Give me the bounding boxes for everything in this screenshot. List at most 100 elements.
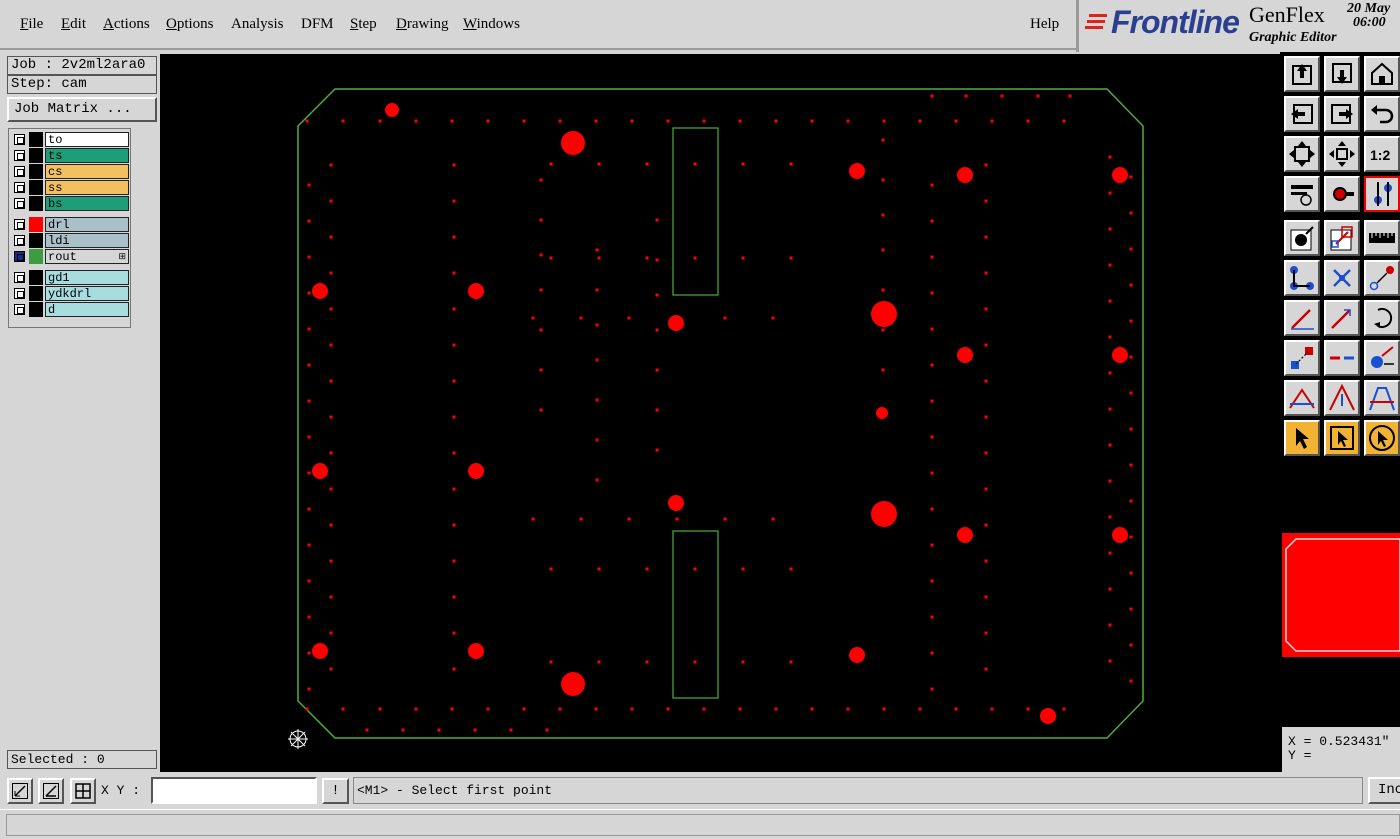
layer-checkbox[interactable] <box>14 272 25 283</box>
add-surface-icon[interactable] <box>1324 220 1360 256</box>
layer-color-swatch[interactable] <box>29 148 43 163</box>
slope-triangle-icon[interactable] <box>1284 380 1320 416</box>
menu-dfm[interactable]: DFM <box>301 16 334 33</box>
snap-grid-icon[interactable] <box>70 778 96 804</box>
layer-expand-icon[interactable]: ⊞ <box>118 250 126 265</box>
layer-color-swatch[interactable] <box>29 286 43 301</box>
pcb-view[interactable] <box>160 54 1280 772</box>
drill-hole-large <box>849 163 865 179</box>
layer-row-ts[interactable]: ts <box>11 148 129 163</box>
snap-diagonal-icon[interactable] <box>7 778 33 804</box>
layer-color-swatch[interactable] <box>29 164 43 179</box>
zoom-up-icon[interactable] <box>1284 56 1320 92</box>
menu-drawing[interactable]: Drawing <box>396 16 449 33</box>
layer-checkbox[interactable] <box>14 288 25 299</box>
pad-tool-icon[interactable] <box>1324 176 1360 212</box>
layer-color-swatch[interactable] <box>29 132 43 147</box>
layer-row-ldi[interactable]: ldi <box>11 233 129 248</box>
layer-checkbox[interactable] <box>14 166 25 177</box>
draw-arc-icon[interactable] <box>1324 300 1360 336</box>
layer-checkbox[interactable] <box>14 235 25 246</box>
undo-zoom-icon[interactable] <box>1364 96 1400 132</box>
fit-height-icon[interactable] <box>1284 136 1320 172</box>
snap-pad-icon[interactable] <box>1284 340 1320 376</box>
drill-hole-small <box>741 256 745 260</box>
layer-name[interactable]: bs <box>45 196 129 211</box>
menu-windows[interactable]: Windows <box>463 16 520 33</box>
select-pointer-icon[interactable] <box>1284 420 1320 456</box>
menu-options[interactable]: Options <box>166 16 214 33</box>
select-circle-icon[interactable] <box>1364 420 1400 456</box>
layer-name[interactable]: to <box>45 132 129 147</box>
layer-row-rout[interactable]: rout ⊞ <box>11 249 129 264</box>
inc-button[interactable]: Inc <box>1368 777 1400 804</box>
scale-one-to-two-icon[interactable]: 1:2 <box>1364 136 1400 172</box>
layer-row-d[interactable]: d <box>11 302 129 317</box>
execute-button[interactable]: ! <box>322 778 349 804</box>
layer-name[interactable]: gd1 <box>45 270 129 285</box>
logo-area: Frontline GenFlex Graphic Editor 20 May … <box>1076 0 1400 52</box>
layer-color-swatch[interactable] <box>29 180 43 195</box>
menu-analysis[interactable]: Analysis <box>231 16 284 33</box>
graphic-canvas[interactable] <box>160 54 1280 772</box>
job-matrix-button[interactable]: Job Matrix ... <box>7 97 157 122</box>
layer-checkbox[interactable] <box>14 182 25 193</box>
layer-row-bs[interactable]: bs <box>11 196 129 211</box>
layer-name[interactable]: ldi <box>45 233 129 248</box>
menu-actions[interactable]: Actions <box>103 16 150 33</box>
layer-row-gd1[interactable]: gd1 <box>11 270 129 285</box>
menu-file[interactable]: File <box>20 16 43 33</box>
select-box-icon[interactable] <box>1324 420 1360 456</box>
add-pad-icon[interactable] <box>1284 220 1320 256</box>
pan-left-icon[interactable] <box>1284 96 1320 132</box>
layer-row-ydkdrl[interactable]: ydkdrl <box>11 286 129 301</box>
layer-name[interactable]: ydkdrl <box>45 286 129 301</box>
split-line-icon[interactable] <box>1324 340 1360 376</box>
delete-node-icon[interactable] <box>1324 260 1360 296</box>
pan-right-icon[interactable] <box>1324 96 1360 132</box>
fit-width-icon[interactable] <box>1324 136 1360 172</box>
layer-name[interactable]: ts <box>45 148 129 163</box>
menu-help[interactable]: Help <box>1030 16 1059 33</box>
layer-name[interactable]: ss <box>45 180 129 195</box>
board-preview[interactable] <box>1282 533 1400 657</box>
layer-color-swatch[interactable] <box>29 196 43 211</box>
measure-icon[interactable] <box>1364 220 1400 256</box>
xy-input[interactable] <box>151 777 317 804</box>
move-node-icon[interactable] <box>1364 260 1400 296</box>
layer-checkbox[interactable] <box>14 251 25 262</box>
layer-name[interactable]: rout ⊞ <box>45 249 129 264</box>
layer-name[interactable]: cs <box>45 164 129 179</box>
menu-edit[interactable]: Edit <box>61 16 86 33</box>
layer-color-swatch[interactable] <box>29 217 43 232</box>
draw-tools-icon[interactable] <box>1284 176 1320 212</box>
arch-triangle-icon[interactable] <box>1364 380 1400 416</box>
zoom-down-icon[interactable] <box>1324 56 1360 92</box>
layer-row-ss[interactable]: ss <box>11 180 129 195</box>
layer-checkbox[interactable] <box>14 219 25 230</box>
rotate-icon[interactable] <box>1364 300 1400 336</box>
layer-row-drl[interactable]: drl <box>11 217 129 232</box>
layer-checkbox[interactable] <box>14 198 25 209</box>
drill-hole-small <box>414 119 418 123</box>
layer-checkbox[interactable] <box>14 304 25 315</box>
layer-row-to[interactable]: to <box>11 132 129 147</box>
menu-step[interactable]: Step <box>350 16 377 33</box>
layer-checkbox[interactable] <box>14 134 25 145</box>
home-icon[interactable] <box>1364 56 1400 92</box>
layer-color-swatch[interactable] <box>29 302 43 317</box>
peak-triangle-icon[interactable] <box>1324 380 1360 416</box>
drill-hole-large <box>849 647 865 663</box>
connect-nodes-icon[interactable] <box>1284 260 1320 296</box>
layer-checkbox[interactable] <box>14 150 25 161</box>
layer-color-swatch[interactable] <box>29 249 43 264</box>
draw-line-icon[interactable] <box>1284 300 1320 336</box>
attach-node-icon[interactable] <box>1364 340 1400 376</box>
layer-color-swatch[interactable] <box>29 270 43 285</box>
layer-name[interactable]: drl <box>45 217 129 232</box>
layer-color-swatch[interactable] <box>29 233 43 248</box>
layer-name[interactable]: d <box>45 302 129 317</box>
snap-angle-icon[interactable] <box>38 778 64 804</box>
layer-row-cs[interactable]: cs <box>11 164 129 179</box>
net-tool-icon[interactable] <box>1364 176 1400 212</box>
